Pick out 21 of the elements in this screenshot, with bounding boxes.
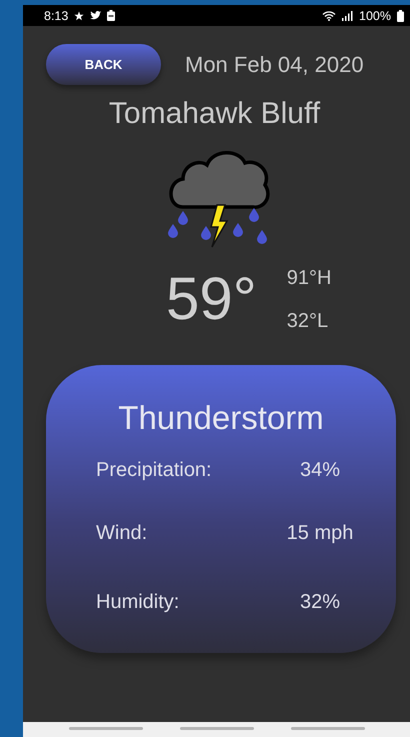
detail-value: 34%: [298, 459, 342, 482]
signal-icon: [342, 10, 354, 20]
battery-saver-icon: [107, 10, 116, 21]
star-icon: [74, 10, 84, 20]
condition-title: Thunderstorm: [117, 399, 325, 437]
temperature: 59°: [166, 264, 257, 332]
detail-label: Humidity:: [96, 591, 180, 614]
wifi-icon: [322, 10, 336, 21]
battery-percent: 100%: [359, 8, 391, 22]
detail-value: 32%: [298, 591, 342, 614]
high-temperature: 91°H: [286, 267, 332, 290]
detail-label: Wind:: [96, 522, 148, 545]
city-name: Tomahawk Bluff: [108, 97, 320, 131]
back-button[interactable]: BACK: [46, 44, 161, 85]
battery-icon: [397, 10, 404, 22]
bird-icon: [90, 11, 102, 20]
low-temperature: 32°L: [286, 310, 330, 333]
status-time: 8:13: [44, 8, 68, 22]
date-label: Mon Feb 04, 2020: [185, 52, 364, 78]
detail-label: Precipitation:: [96, 459, 213, 482]
detail-value: 15 mph: [286, 522, 354, 545]
